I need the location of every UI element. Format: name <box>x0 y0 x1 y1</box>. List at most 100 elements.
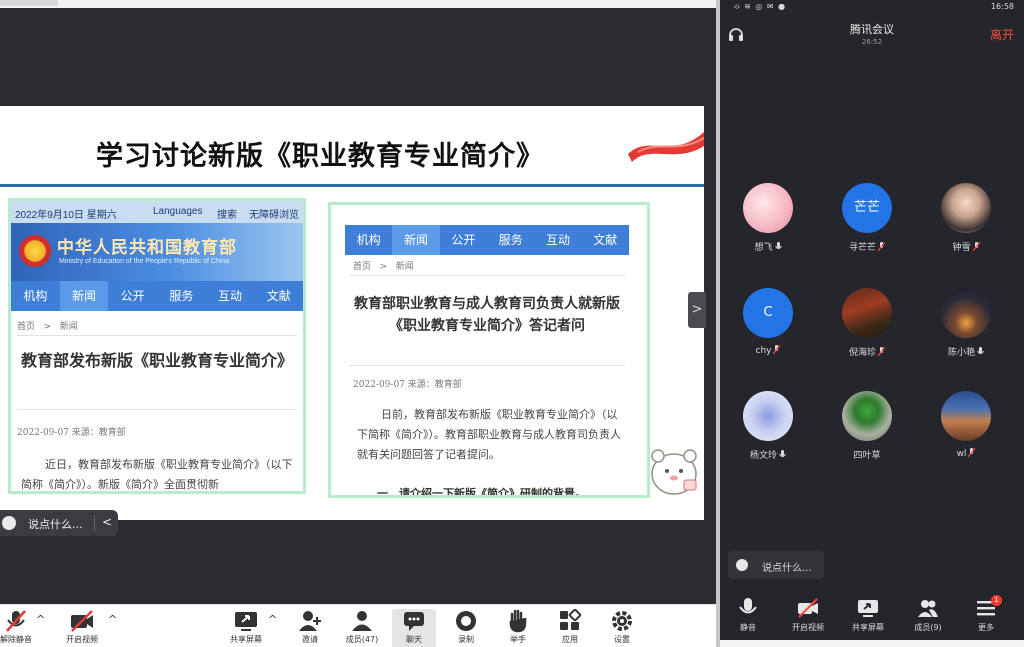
members-icon <box>918 600 938 617</box>
record-button[interactable]: 录制 <box>444 609 488 647</box>
bottom-label: 成员(9) <box>914 623 942 632</box>
share-screen-button[interactable]: 共享屏幕 <box>224 609 268 647</box>
article-meta: 2022-09-07 来源：教育部 <box>353 380 462 390</box>
participant-name: wl <box>956 449 967 459</box>
meeting-title[interactable]: 腾讯会议 <box>720 21 1024 37</box>
mic-icon <box>779 450 786 457</box>
mute-button[interactable]: 静音 <box>720 598 778 633</box>
national-emblem-icon <box>19 235 51 267</box>
participant-name: 寻芒芒 <box>848 243 876 253</box>
nav-item[interactable]: 互动 <box>534 225 581 255</box>
divider <box>17 335 297 336</box>
settings-button[interactable]: 设置 <box>600 609 644 647</box>
members-button[interactable]: 成员(9) <box>898 598 958 633</box>
start-video-button[interactable]: 开启视频 <box>60 609 104 647</box>
video-options-caret[interactable]: ^ <box>108 613 117 626</box>
mic-muted-icon <box>6 610 26 632</box>
nav-item-active[interactable]: 新闻 <box>392 225 440 255</box>
avatar <box>743 183 793 233</box>
breadcrumb-separator: > <box>43 322 52 332</box>
participant-tile[interactable]: 想飞 <box>728 183 808 253</box>
nav-item[interactable]: 互动 <box>206 281 255 311</box>
window-top-strip <box>0 0 716 8</box>
article-headline: 教育部职业教育与成人教育司负责人就新版《职业教育专业简介》答记者问 <box>354 296 620 334</box>
divider <box>349 365 625 366</box>
participant-name: 钟雪 <box>952 243 971 253</box>
emoji-icon[interactable] <box>736 559 748 571</box>
participant-name: 杨文玲 <box>749 451 777 461</box>
share-options-caret[interactable]: ^ <box>268 613 277 626</box>
phone-chat-input[interactable]: 说点什么... <box>728 551 824 579</box>
languages-link[interactable]: Languages <box>153 206 203 217</box>
breadcrumb-section[interactable]: 新闻 <box>396 262 414 272</box>
participant-tile[interactable]: 陈小艳 <box>926 288 1006 358</box>
participant-tile[interactable]: 倪海珍 <box>827 288 907 358</box>
side-panel-toggle[interactable]: > <box>688 292 706 328</box>
status-time: 16:58 <box>990 2 1014 11</box>
breadcrumb-separator: > <box>379 262 388 272</box>
mic-icon <box>774 242 782 249</box>
nav-item-active[interactable]: 新闻 <box>59 281 109 311</box>
avatar <box>842 288 892 338</box>
site-top-bar: 2022年9月10日 星期六 Languages 搜索 无障碍浏览 <box>11 201 303 223</box>
meeting-header: 腾讯会议 26:52 离开 <box>720 14 1024 54</box>
breadcrumb-section[interactable]: 新闻 <box>60 322 78 332</box>
site-nav: 机构 新闻 公开 服务 互动 文献 <box>11 281 303 311</box>
accessibility-link[interactable]: 无障碍浏览 <box>249 206 299 221</box>
nav-item[interactable]: 服务 <box>157 281 206 311</box>
participant-tile[interactable]: C chy <box>728 288 808 356</box>
raise-hand-button[interactable]: 举手 <box>496 609 540 647</box>
settings-icon <box>612 611 632 631</box>
share-screen-icon <box>235 612 257 631</box>
avatar <box>842 391 892 441</box>
participant-name: 倪海珍 <box>848 348 876 358</box>
participant-name: chy <box>755 346 772 356</box>
toolbar-label: 解除静音 <box>0 635 32 644</box>
meeting-toolbar: 解除静音 ^ 开启视频 ^ 共享屏幕 ^ 邀请 成员(47) 聊天 录制 举手 … <box>0 604 716 647</box>
nav-item[interactable]: 机构 <box>11 281 60 311</box>
toolbar-label: 共享屏幕 <box>230 635 262 644</box>
nav-item[interactable]: 公开 <box>440 225 487 255</box>
audio-options-caret[interactable]: ^ <box>36 613 45 626</box>
unmute-button[interactable]: 解除静音 <box>0 609 38 647</box>
nav-item[interactable]: 服务 <box>487 225 534 255</box>
participant-name: 想飞 <box>754 243 773 253</box>
members-icon <box>352 611 372 631</box>
avatar <box>941 183 991 233</box>
mic-muted-icon <box>878 242 885 251</box>
search-link[interactable]: 搜索 <box>217 206 237 221</box>
participant-tile[interactable]: 钟雪 <box>926 183 1006 253</box>
participant-tile[interactable]: 四叶草 <box>827 391 907 461</box>
emoji-icon[interactable] <box>2 516 16 530</box>
site-nav: 机构 新闻 公开 服务 互动 文献 <box>345 225 629 255</box>
participant-tile[interactable]: wl <box>926 391 1006 459</box>
nav-item[interactable]: 机构 <box>345 225 392 255</box>
apps-icon <box>560 609 582 630</box>
share-screen-button[interactable]: 共享屏幕 <box>838 598 898 633</box>
presentation-slide: 学习讨论新版《职业教育专业简介》 2022年9月10日 星期六 Language… <box>0 106 704 520</box>
more-button[interactable]: 1 更多 <box>956 595 1016 633</box>
participant-tile[interactable]: 杨文玲 <box>728 391 808 461</box>
collapse-chat-button[interactable]: < <box>102 515 112 529</box>
invite-button[interactable]: 邀请 <box>288 609 332 647</box>
mic-icon <box>739 598 757 614</box>
mic-muted-icon <box>968 448 976 457</box>
nav-item[interactable]: 文献 <box>582 225 629 255</box>
mic-muted-icon <box>878 347 885 356</box>
leave-button[interactable]: 离开 <box>990 26 1014 43</box>
apps-button[interactable]: 应用 <box>548 609 592 647</box>
desktop-chat-input[interactable]: 说点什么... < <box>0 510 118 536</box>
nav-item[interactable]: 文献 <box>254 281 303 311</box>
avatar: C <box>743 288 793 338</box>
start-video-button[interactable]: 开启视频 <box>778 598 838 633</box>
ministry-banner: 中华人民共和国教育部 Ministry of Education of the … <box>11 223 303 281</box>
nav-item[interactable]: 公开 <box>108 281 157 311</box>
chat-placeholder: 说点什么... <box>28 518 83 531</box>
chat-button[interactable]: 聊天 <box>392 609 436 647</box>
slide-title: 学习讨论新版《职业教育专业简介》 <box>96 141 544 172</box>
breadcrumb-home[interactable]: 首页 <box>17 322 35 332</box>
mic-muted-icon <box>972 242 980 251</box>
members-button[interactable]: 成员(47) <box>340 609 384 647</box>
breadcrumb-home[interactable]: 首页 <box>353 262 371 272</box>
participant-tile[interactable]: 芒芒 寻芒芒 <box>827 183 907 253</box>
